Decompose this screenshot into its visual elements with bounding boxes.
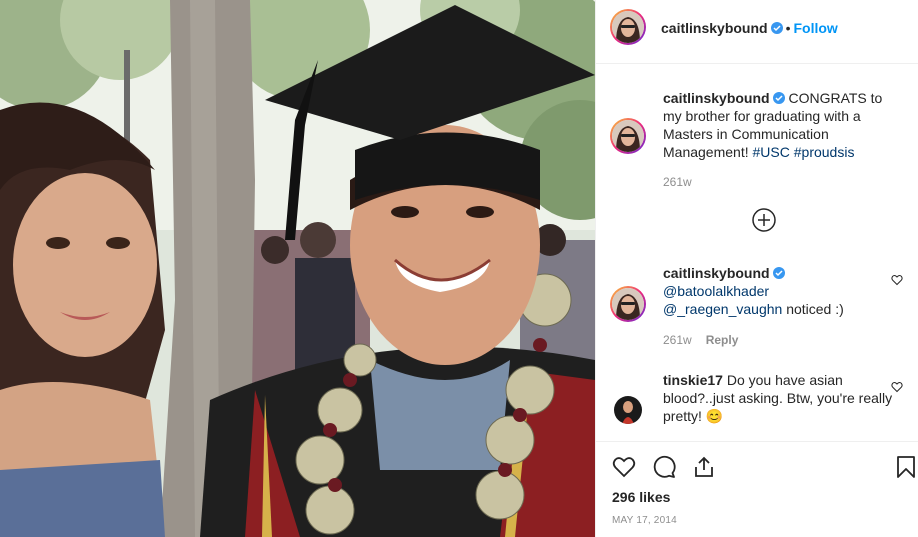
- comment-avatar[interactable]: [610, 286, 646, 322]
- heart-icon: [612, 457, 636, 478]
- plus-circle-icon: [752, 208, 776, 232]
- post-side-panel: caitlinskybound • Follow caitlinskybound C…: [595, 0, 918, 537]
- comment-username[interactable]: tinskie17: [663, 372, 723, 388]
- header-user-line: caitlinskybound • Follow: [661, 20, 838, 38]
- separator-dot: •: [785, 20, 791, 36]
- comment-like-button[interactable]: [891, 380, 903, 398]
- post-header: caitlinskybound • Follow: [596, 0, 918, 64]
- heart-icon: [891, 382, 903, 393]
- caption-timestamp[interactable]: 261w: [663, 175, 692, 189]
- comment-meta: 261w Reply: [663, 333, 738, 347]
- heart-icon: [891, 275, 903, 286]
- comment-bubble-icon: [653, 455, 676, 478]
- comment-item: tinskie17 Do you have asian blood?..just…: [663, 371, 893, 425]
- follow-button[interactable]: Follow: [793, 20, 837, 36]
- avatar-image: [612, 11, 644, 43]
- avatar-image: [614, 396, 642, 424]
- verified-badge-icon: [772, 92, 785, 104]
- post-date[interactable]: MAY 17, 2014: [612, 515, 677, 526]
- post-actions-bar: 296 likes MAY 17, 2014: [596, 441, 918, 537]
- hashtag-link[interactable]: #proudsis: [794, 144, 855, 160]
- comment-avatar[interactable]: [614, 396, 642, 424]
- share-icon: [695, 456, 713, 477]
- comment-timestamp[interactable]: 261w: [663, 333, 692, 347]
- like-button[interactable]: [612, 455, 636, 479]
- save-button[interactable]: [894, 455, 918, 479]
- reply-button[interactable]: Reply: [706, 333, 739, 347]
- smiley-emoji: 😊: [705, 408, 724, 424]
- comment-text: noticed :): [786, 301, 844, 317]
- caption-author-avatar[interactable]: [610, 118, 646, 154]
- likes-count[interactable]: 296 likes: [612, 489, 670, 505]
- avatar-image: [612, 120, 644, 152]
- caption-text-block: caitlinskybound CONGRATS to my brother f…: [663, 89, 893, 161]
- mention-link[interactable]: @_raegen_vaughn: [663, 301, 782, 317]
- bookmark-icon: [897, 456, 915, 478]
- avatar-image: [612, 288, 644, 320]
- load-more-comments-button[interactable]: [752, 208, 776, 232]
- hashtag-link[interactable]: #USC: [753, 144, 790, 160]
- comment-username[interactable]: caitlinskybound: [663, 265, 770, 281]
- author-avatar[interactable]: [610, 9, 646, 45]
- post-photo[interactable]: [0, 0, 595, 537]
- share-button[interactable]: [692, 455, 716, 479]
- caption-username[interactable]: caitlinskybound: [663, 90, 770, 106]
- graduation-photo: [0, 0, 595, 537]
- comment-button[interactable]: [652, 455, 676, 479]
- verified-badge-icon: [772, 267, 785, 279]
- author-username[interactable]: caitlinskybound: [661, 20, 768, 36]
- comment-item: caitlinskybound @batoolalkhader @_raegen…: [663, 264, 893, 318]
- verified-badge-icon: [770, 22, 783, 34]
- comment-like-button[interactable]: [891, 273, 903, 291]
- mention-link[interactable]: @batoolalkhader: [663, 283, 769, 299]
